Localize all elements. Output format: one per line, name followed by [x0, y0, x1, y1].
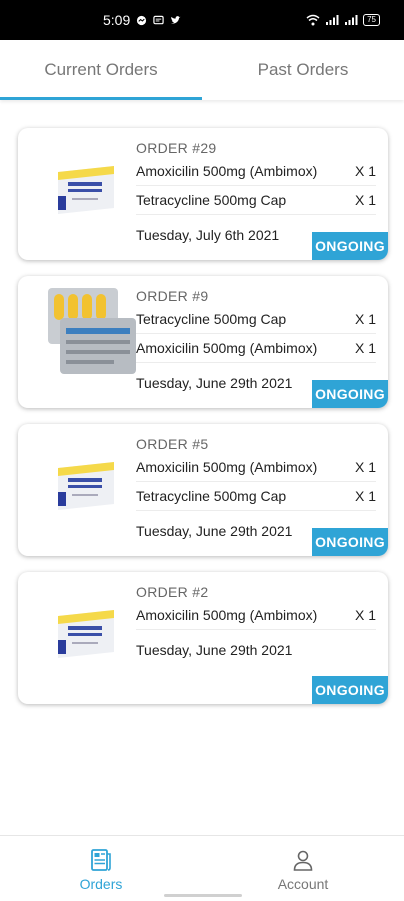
account-icon	[293, 850, 313, 871]
bottom-nav: Orders Account	[0, 835, 404, 901]
item-qty: X 1	[354, 607, 376, 623]
order-number: ORDER #5	[136, 436, 209, 452]
order-number: ORDER #9	[136, 288, 209, 304]
order-number: ORDER #2	[136, 584, 209, 600]
messenger-icon	[137, 15, 147, 25]
item-name: Tetracycline 500mg Cap	[136, 192, 287, 208]
tab-past-orders[interactable]: Past Orders	[202, 40, 404, 100]
status-badge: ONGOING	[312, 676, 388, 704]
chat-icon	[153, 15, 164, 24]
item-name: Tetracycline 500mg Cap	[136, 311, 287, 327]
item-name: Tetracycline 500mg Cap	[136, 488, 287, 504]
item-qty: X 1	[354, 311, 376, 327]
order-tabs: Current Orders Past Orders	[0, 40, 404, 100]
order-number: ORDER #29	[136, 140, 217, 156]
wifi-icon	[306, 14, 320, 26]
battery-icon: 75	[363, 14, 380, 26]
item-qty: X 1	[354, 163, 376, 179]
home-indicator[interactable]	[164, 894, 242, 897]
item-name: Amoxicilin 500mg (Ambimox)	[136, 607, 318, 623]
signal-icon	[345, 15, 358, 25]
orders-icon	[91, 849, 111, 871]
item-qty: X 1	[354, 459, 376, 475]
amoxicillin-box-image	[58, 610, 114, 658]
status-bar: 5:09 75	[0, 0, 404, 40]
tab-current-orders[interactable]: Current Orders	[0, 40, 202, 100]
order-date: Tuesday, June 29th 2021	[136, 642, 293, 658]
status-badge: ONGOING	[312, 232, 388, 260]
order-item: Amoxicilin 500mg (Ambimox) X 1	[136, 334, 376, 363]
status-time: 5:09	[103, 12, 131, 28]
item-qty: X 1	[354, 340, 376, 356]
order-item: Tetracycline 500mg Cap X 1	[136, 482, 376, 511]
status-badge: ONGOING	[312, 380, 388, 408]
nav-orders[interactable]: Orders	[0, 836, 202, 901]
order-card[interactable]: ORDER #9 Tetracycline 500mg Cap X 1 Amox…	[18, 276, 388, 408]
status-badge: ONGOING	[312, 528, 388, 556]
item-qty: X 1	[354, 488, 376, 504]
nav-account[interactable]: Account	[202, 836, 404, 901]
order-item: Amoxicilin 500mg (Ambimox) X 1	[136, 453, 376, 482]
order-card[interactable]: ORDER #2 Amoxicilin 500mg (Ambimox) X 1 …	[18, 572, 388, 704]
amoxicillin-box-image	[58, 462, 114, 510]
item-name: Amoxicilin 500mg (Ambimox)	[136, 340, 318, 356]
order-item: Amoxicilin 500mg (Ambimox) X 1	[136, 601, 376, 630]
item-name: Amoxicilin 500mg (Ambimox)	[136, 163, 318, 179]
item-name: Amoxicilin 500mg (Ambimox)	[136, 459, 318, 475]
order-item: Tetracycline 500mg Cap X 1	[136, 186, 376, 215]
item-qty: X 1	[354, 192, 376, 208]
order-card[interactable]: ORDER #29 Amoxicilin 500mg (Ambimox) X 1…	[18, 128, 388, 260]
signal-icon	[326, 15, 339, 25]
amoxicillin-box-image	[58, 166, 114, 214]
tetracycline-capsules-image	[48, 288, 136, 374]
order-item: Tetracycline 500mg Cap X 1	[136, 305, 376, 334]
twitter-icon	[171, 15, 181, 24]
order-list: ORDER #29 Amoxicilin 500mg (Ambimox) X 1…	[18, 128, 388, 720]
order-card[interactable]: ORDER #5 Amoxicilin 500mg (Ambimox) X 1 …	[18, 424, 388, 556]
nav-account-label: Account	[277, 876, 329, 892]
order-item: Amoxicilin 500mg (Ambimox) X 1	[136, 157, 376, 186]
nav-orders-label: Orders	[79, 876, 123, 892]
